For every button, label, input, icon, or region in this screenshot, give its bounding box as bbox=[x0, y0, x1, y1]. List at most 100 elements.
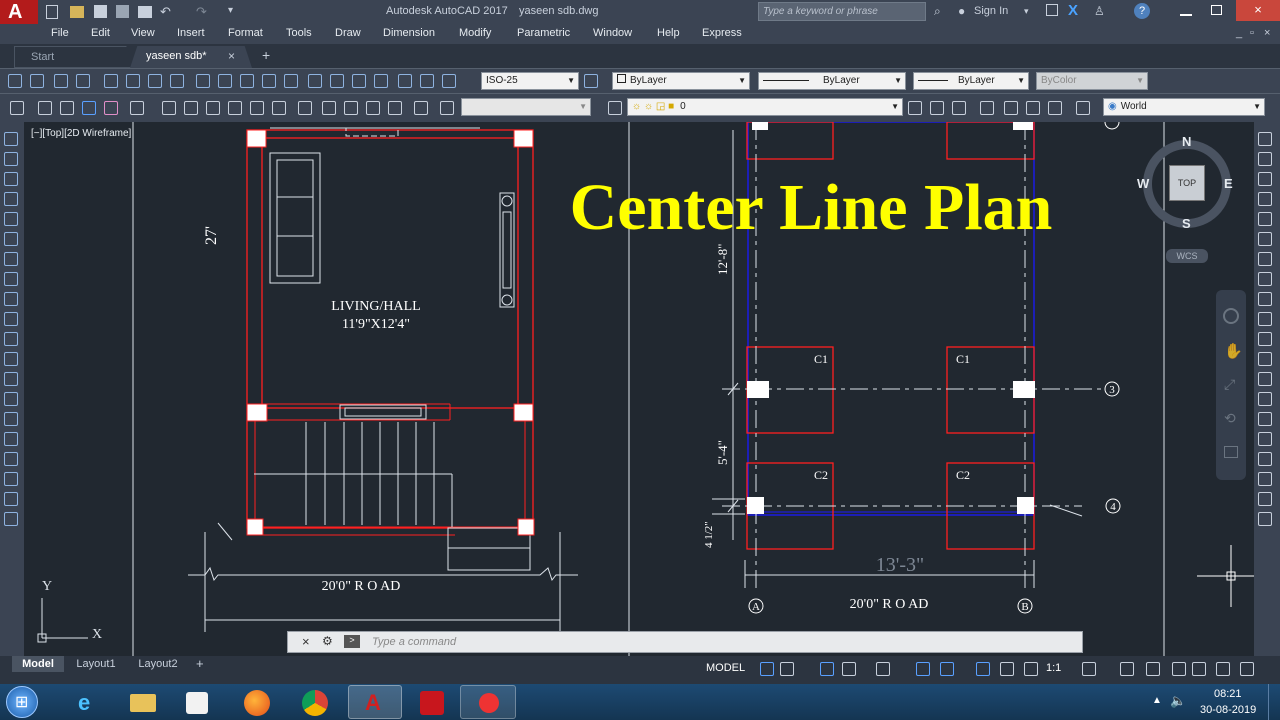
draw-tool-2-icon[interactable] bbox=[4, 152, 18, 166]
orbit-icon[interactable]: ⟲ bbox=[1224, 410, 1236, 427]
show-desktop-button[interactable] bbox=[1268, 684, 1280, 720]
command-input[interactable]: Type a command bbox=[372, 636, 456, 648]
app-menu-button[interactable]: A bbox=[0, 0, 38, 24]
menu-file[interactable]: File bbox=[51, 27, 69, 39]
qat-plot-icon[interactable] bbox=[138, 6, 152, 18]
acrobat-icon[interactable] bbox=[420, 691, 444, 715]
menu-edit[interactable]: Edit bbox=[91, 27, 110, 39]
workspace-icon[interactable] bbox=[1082, 662, 1096, 676]
a360-icon[interactable]: ♙ bbox=[1094, 4, 1105, 18]
viewcube-top-face[interactable]: TOP bbox=[1169, 165, 1205, 201]
ucs-select[interactable]: ◉ World ▼ bbox=[1103, 98, 1265, 116]
firefox-icon[interactable] bbox=[244, 690, 270, 716]
modify-tool-9-icon[interactable] bbox=[1258, 292, 1272, 306]
modify-tool-18-icon[interactable] bbox=[1258, 472, 1272, 486]
compass-north[interactable]: N bbox=[1182, 134, 1191, 149]
jogged-dim-icon[interactable] bbox=[126, 74, 140, 88]
view-8-icon[interactable] bbox=[322, 101, 336, 115]
dimtedit-icon[interactable] bbox=[420, 74, 434, 88]
ucs-4-icon[interactable] bbox=[1048, 101, 1062, 115]
visual-style-1-icon[interactable] bbox=[38, 101, 52, 115]
customization-icon[interactable] bbox=[1240, 662, 1254, 676]
dimstyle-select[interactable]: ISO-25 ▼ bbox=[481, 72, 579, 90]
osnap-track-icon[interactable] bbox=[876, 662, 890, 676]
layer-props-icon[interactable] bbox=[130, 101, 144, 115]
draw-tool-15-icon[interactable] bbox=[4, 412, 18, 426]
layer-select[interactable]: ☼ ☼ ◲ ■ 0 ▼ bbox=[627, 98, 903, 116]
grid-display-icon[interactable] bbox=[760, 662, 774, 676]
modify-tool-14-icon[interactable] bbox=[1258, 392, 1272, 406]
cart-icon[interactable] bbox=[1046, 4, 1058, 16]
modify-tool-11-icon[interactable] bbox=[1258, 332, 1272, 346]
view-5-icon[interactable] bbox=[250, 101, 264, 115]
qat-redo-icon[interactable]: ↷ bbox=[196, 4, 207, 20]
radius-dim-icon[interactable] bbox=[104, 74, 118, 88]
annotation-scale-icon[interactable] bbox=[1024, 662, 1038, 676]
recorder-taskbar-button[interactable] bbox=[460, 685, 516, 719]
angular-dim-icon[interactable] bbox=[170, 74, 184, 88]
ortho-icon[interactable] bbox=[820, 662, 834, 676]
search-icon[interactable]: ⌕ bbox=[934, 4, 941, 19]
layer-iso-icon[interactable] bbox=[908, 101, 922, 115]
qat-open-icon[interactable] bbox=[70, 6, 84, 18]
menu-view[interactable]: View bbox=[131, 27, 155, 39]
file-explorer-icon[interactable] bbox=[130, 694, 156, 712]
ucs-1-icon[interactable] bbox=[980, 101, 994, 115]
menu-parametric[interactable]: Parametric bbox=[517, 27, 570, 39]
modify-tool-12-icon[interactable] bbox=[1258, 352, 1272, 366]
quick-dim-icon[interactable] bbox=[196, 74, 210, 88]
inspect-icon[interactable] bbox=[352, 74, 366, 88]
lineweight-icon[interactable] bbox=[916, 662, 930, 676]
tab-drawing[interactable]: yaseen sdb* × bbox=[130, 46, 252, 68]
modify-tool-13-icon[interactable] bbox=[1258, 372, 1272, 386]
modify-tool-4-icon[interactable] bbox=[1258, 192, 1272, 206]
new-tab-button[interactable]: + bbox=[262, 47, 270, 63]
command-customize-icon[interactable]: ⚙ bbox=[322, 634, 333, 648]
showmotion-icon[interactable] bbox=[1224, 446, 1238, 458]
draw-tool-17-icon[interactable] bbox=[4, 452, 18, 466]
draw-tool-14-icon[interactable] bbox=[4, 392, 18, 406]
view-4-icon[interactable] bbox=[228, 101, 242, 115]
draw-tool-4-icon[interactable] bbox=[4, 192, 18, 206]
annomonitor-icon[interactable] bbox=[1120, 662, 1134, 676]
sign-in-dropdown-icon[interactable]: ▾ bbox=[1024, 6, 1029, 17]
start-button[interactable]: ⊞ bbox=[6, 686, 38, 718]
modify-tool-10-icon[interactable] bbox=[1258, 312, 1272, 326]
internet-explorer-icon[interactable]: e bbox=[78, 690, 90, 716]
dimstyle-manager-icon[interactable] bbox=[584, 74, 598, 88]
drawing-canvas[interactable]: 27' LIVING/HALL 11'9"X12'4" 20'0" R O AD bbox=[24, 122, 1254, 656]
view-11-icon[interactable] bbox=[388, 101, 402, 115]
draw-tool-7-icon[interactable] bbox=[4, 252, 18, 266]
isolate-icon[interactable] bbox=[1172, 662, 1186, 676]
doc-restore-icon[interactable]: ▫ bbox=[1250, 27, 1254, 39]
hardware-accel-icon[interactable] bbox=[1192, 662, 1206, 676]
menu-help[interactable]: Help bbox=[657, 27, 680, 39]
linetype-select[interactable]: ByLayer ▼ bbox=[758, 72, 906, 90]
qat-new-icon[interactable] bbox=[46, 5, 58, 19]
model-space-button[interactable]: MODEL bbox=[706, 659, 750, 677]
clock-time[interactable]: 08:21 bbox=[1214, 688, 1242, 700]
modify-tool-5-icon[interactable] bbox=[1258, 212, 1272, 226]
clean-screen-icon[interactable] bbox=[1216, 662, 1230, 676]
draw-tool-5-icon[interactable] bbox=[4, 212, 18, 226]
snap-mode-icon[interactable] bbox=[780, 662, 794, 676]
view-7-icon[interactable] bbox=[298, 101, 312, 115]
draw-tool-11-icon[interactable] bbox=[4, 332, 18, 346]
doc-minimize-icon[interactable]: _ bbox=[1236, 27, 1242, 39]
minimize-button[interactable] bbox=[1180, 14, 1192, 16]
sign-in-link[interactable]: Sign In bbox=[974, 5, 1008, 17]
command-line[interactable]: × ⚙ > Type a command bbox=[287, 631, 1083, 653]
layout-tab-layout2[interactable]: Layout2 bbox=[128, 656, 188, 672]
tray-expand-icon[interactable]: ▲ bbox=[1152, 695, 1162, 706]
match-props-icon[interactable] bbox=[10, 101, 24, 115]
help-button[interactable]: ? bbox=[1134, 3, 1150, 19]
user-icon[interactable]: ● bbox=[958, 4, 965, 18]
viewport-controls-label[interactable]: [−][Top][2D Wireframe] bbox=[31, 128, 131, 139]
continue-dim-icon[interactable] bbox=[240, 74, 254, 88]
menu-modify[interactable]: Modify bbox=[459, 27, 491, 39]
view-12-icon[interactable] bbox=[414, 101, 428, 115]
add-layout-button[interactable]: + bbox=[196, 656, 204, 671]
draw-tool-13-icon[interactable] bbox=[4, 372, 18, 386]
modify-tool-1-icon[interactable] bbox=[1258, 132, 1272, 146]
linear-dim-icon[interactable] bbox=[8, 74, 22, 88]
